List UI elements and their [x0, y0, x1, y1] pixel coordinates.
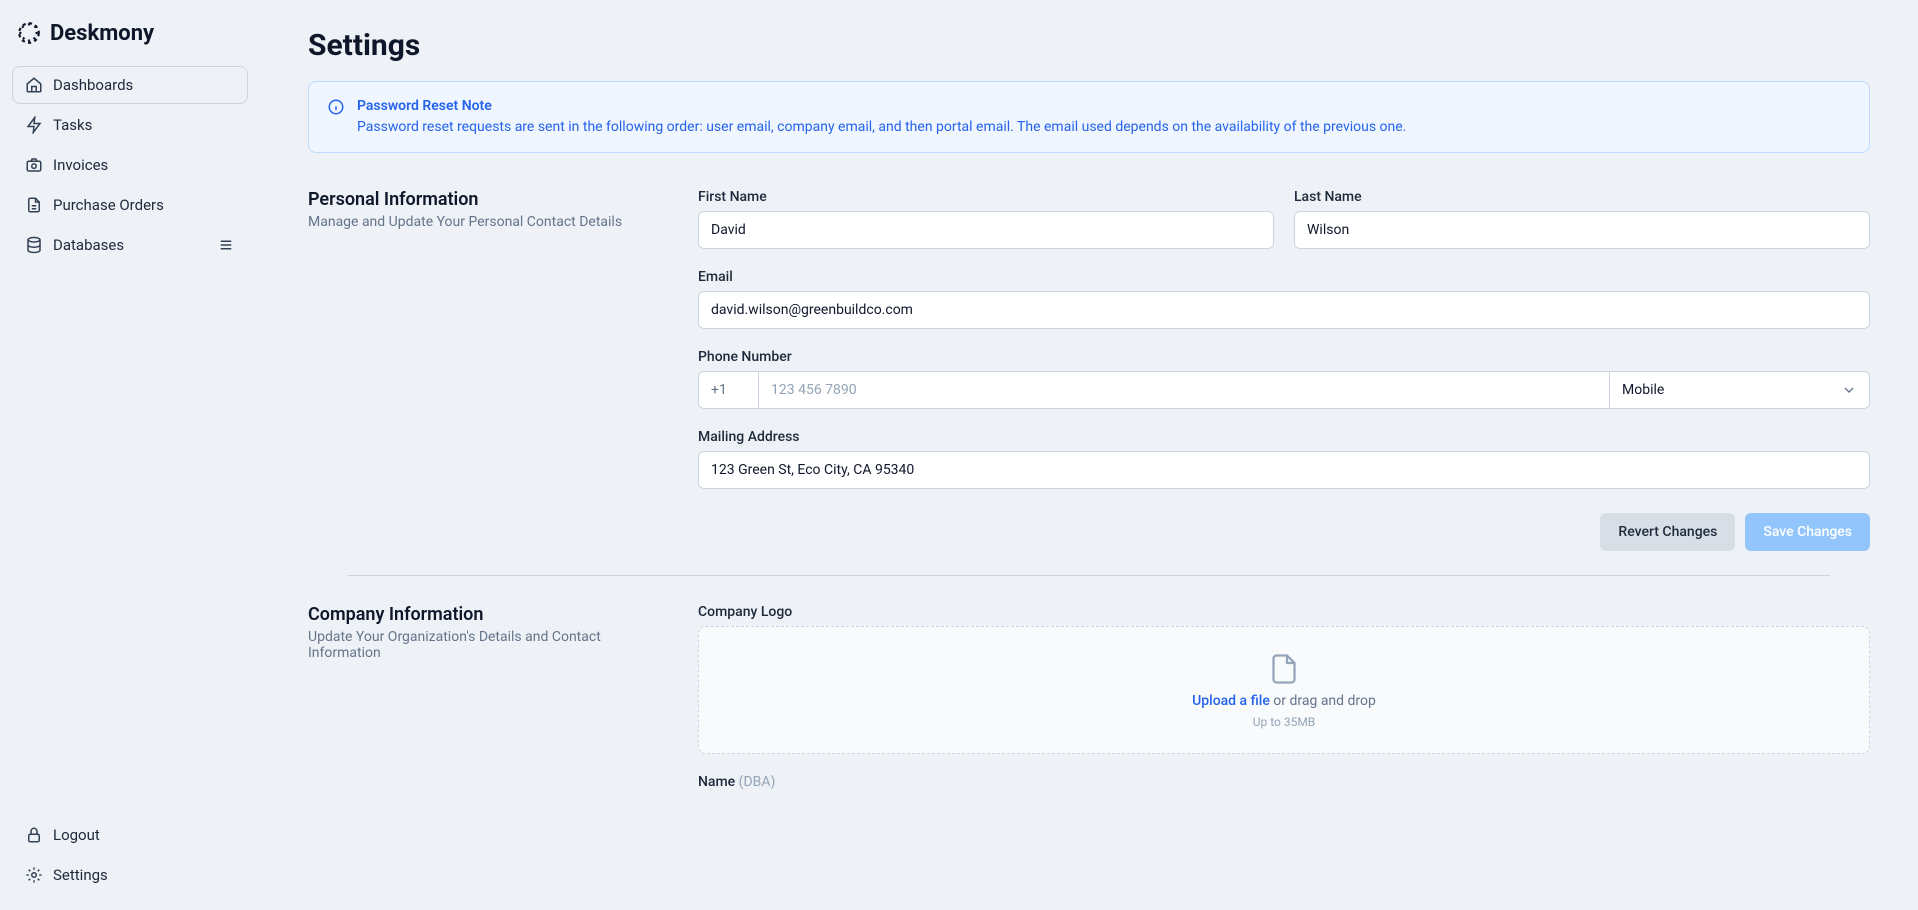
phone-type-value: Mobile [1622, 382, 1664, 398]
section-company: Company Information Update Your Organiza… [308, 604, 1870, 790]
mailing-label: Mailing Address [698, 429, 1870, 445]
sidebar-item-purchase-orders[interactable]: Purchase Orders [12, 186, 248, 224]
sidebar-item-dashboards[interactable]: Dashboards [12, 66, 248, 104]
first-name-input[interactable] [698, 211, 1274, 249]
phone-input[interactable] [758, 371, 1610, 409]
company-logo-label: Company Logo [698, 604, 1870, 620]
info-icon [327, 98, 345, 116]
personal-sub: Manage and Update Your Personal Contact … [308, 214, 658, 230]
nav-label: Logout [53, 826, 100, 844]
nav-label: Invoices [53, 156, 108, 174]
sidebar-item-invoices[interactable]: Invoices [12, 146, 248, 184]
email-input[interactable] [698, 291, 1870, 329]
last-name-label: Last Name [1294, 189, 1870, 205]
page-title: Settings [308, 28, 1870, 63]
upload-text: Upload a file or drag and drop [1192, 693, 1376, 709]
company-heading: Company Information [308, 604, 658, 625]
home-icon [25, 76, 43, 94]
upload-rest: or drag and drop [1270, 693, 1376, 709]
divider [348, 575, 1830, 576]
nav-label: Purchase Orders [53, 196, 164, 214]
company-sub: Update Your Organization's Details and C… [308, 629, 658, 661]
phone-type-select[interactable]: Mobile [1610, 371, 1870, 409]
sidebar-item-logout[interactable]: Logout [12, 816, 248, 854]
company-name-label-suffix: (DBA) [739, 774, 776, 790]
brand: Deskmony [12, 16, 248, 62]
mailing-input[interactable] [698, 451, 1870, 489]
camera-icon [25, 156, 43, 174]
phone-prefix[interactable]: +1 [698, 371, 758, 409]
nav-label: Dashboards [53, 76, 133, 94]
company-name-label: Name (DBA) [698, 774, 1870, 790]
menu-icon [217, 236, 235, 254]
section-personal: Personal Information Manage and Update Y… [308, 189, 1870, 551]
revert-button[interactable]: Revert Changes [1600, 513, 1735, 551]
upload-link[interactable]: Upload a file [1192, 693, 1270, 709]
upload-sub: Up to 35MB [1253, 715, 1316, 729]
sidebar: Deskmony Dashboards Tasks Invoices Purch… [0, 0, 260, 910]
main: Settings Password Reset Note Password re… [260, 0, 1918, 910]
alert-title: Password Reset Note [357, 96, 1406, 117]
brand-name: Deskmony [50, 21, 154, 46]
lock-icon [25, 826, 43, 844]
brand-logo-icon [16, 20, 42, 46]
nav-label: Settings [53, 866, 108, 884]
save-button[interactable]: Save Changes [1745, 513, 1870, 551]
database-icon [25, 236, 43, 254]
bolt-icon [25, 116, 43, 134]
last-name-input[interactable] [1294, 211, 1870, 249]
nav: Dashboards Tasks Invoices Purchase Order… [12, 66, 248, 264]
upload-zone[interactable]: Upload a file or drag and drop Up to 35M… [698, 626, 1870, 754]
nav-footer: Logout Settings [12, 816, 248, 894]
gear-icon [25, 866, 43, 884]
file-icon [25, 196, 43, 214]
alert-body: Password reset requests are sent in the … [357, 117, 1406, 138]
phone-label: Phone Number [698, 349, 1870, 365]
personal-heading: Personal Information [308, 189, 658, 210]
nav-label: Databases [53, 236, 124, 254]
first-name-label: First Name [698, 189, 1274, 205]
document-icon [1266, 651, 1302, 687]
company-name-label-text: Name [698, 774, 735, 790]
sidebar-item-settings[interactable]: Settings [12, 856, 248, 894]
email-label: Email [698, 269, 1870, 285]
sidebar-item-tasks[interactable]: Tasks [12, 106, 248, 144]
sidebar-item-databases[interactable]: Databases [12, 226, 248, 264]
nav-label: Tasks [53, 116, 92, 134]
chevron-down-icon [1841, 382, 1857, 398]
password-reset-alert: Password Reset Note Password reset reque… [308, 81, 1870, 153]
